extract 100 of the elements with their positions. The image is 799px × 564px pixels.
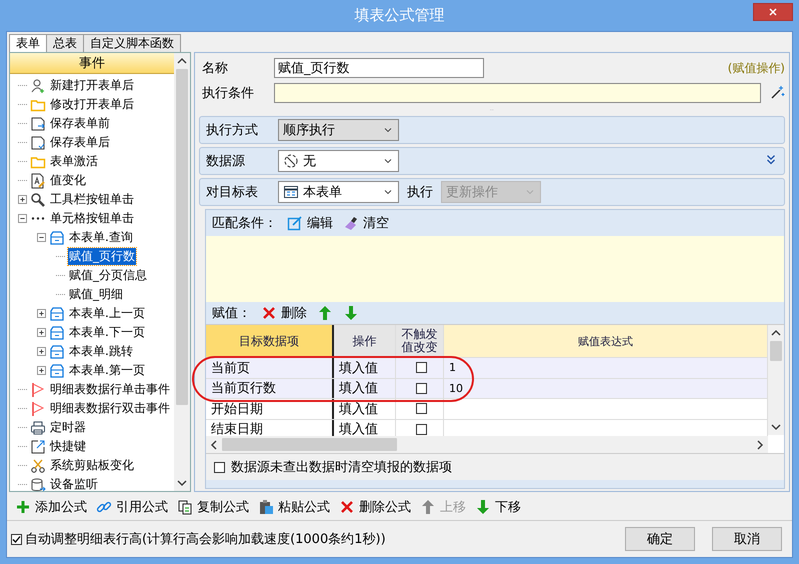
flag-icon (30, 400, 46, 416)
tree-item[interactable]: 明细表数据行双击事件 (49, 400, 171, 417)
toolbar-button[interactable]: 粘贴公式 (258, 498, 330, 516)
expand-icon (38, 348, 45, 355)
clipboard-icon (258, 499, 274, 515)
table-row[interactable]: 开始日期 填入值 (206, 399, 768, 420)
expand-icon (38, 367, 45, 374)
expand-icon (38, 329, 45, 336)
checkbox[interactable] (11, 534, 22, 544)
collapse-icon (19, 215, 26, 222)
down-arrow-icon (475, 499, 491, 515)
table-row[interactable]: 当前页 填入值 1 (206, 358, 768, 378)
tab[interactable]: 自定义脚本函数 (83, 34, 181, 52)
toolbar-button[interactable]: 删除公式 (339, 498, 411, 516)
tree-item[interactable]: 赋值_分页信息 (68, 267, 148, 284)
scroll-thumb[interactable] (176, 69, 188, 405)
field-label: 执行方式 (206, 122, 259, 139)
save-arrow-icon (30, 116, 46, 132)
tree-item[interactable]: 赋值_页行数 (68, 248, 136, 265)
column-header[interactable]: 目标数据项 (206, 325, 334, 357)
toolbar-button[interactable]: 引用公式 (96, 498, 168, 516)
scrollbar[interactable] (768, 325, 784, 435)
field-label: 对目标表 (206, 184, 259, 201)
expand-toggle[interactable] (37, 328, 46, 337)
toolbar-button[interactable]: 编辑 (287, 214, 333, 232)
move-up-button[interactable] (317, 305, 333, 321)
tree-item[interactable]: 明细表数据行单击事件 (49, 381, 171, 398)
table-cell-text: 填入值 (339, 380, 378, 398)
expand-toggle[interactable] (37, 347, 46, 356)
dialog-button[interactable]: 取消 (712, 527, 782, 551)
column-header[interactable]: 操作 (334, 325, 396, 357)
tree-header: 事件 (10, 53, 174, 74)
name-field[interactable]: 赋值_页行数 (274, 58, 484, 78)
expand-toggle[interactable] (37, 366, 46, 375)
table-row[interactable]: 当前页行数 填入值 10 (206, 378, 768, 399)
tree-item[interactable]: 设备监听 (49, 476, 99, 491)
scroll-thumb[interactable] (770, 341, 782, 361)
expand-toggle[interactable] (37, 309, 46, 318)
checkbox[interactable] (214, 462, 225, 472)
toolbar-button[interactable]: 复制公式 (177, 498, 249, 516)
checkbox[interactable] (416, 362, 426, 374)
scroll-thumb[interactable] (222, 438, 397, 451)
edit-icon (287, 215, 303, 231)
tree-item[interactable]: 工具栏按钮单击 (49, 191, 135, 208)
scrollbar[interactable] (206, 436, 768, 453)
form-icon (49, 344, 65, 360)
expand-toggle[interactable] (37, 233, 46, 242)
collapse-icon (38, 234, 45, 241)
source-dropdown[interactable]: 无 (278, 150, 399, 172)
close-icon (767, 6, 779, 18)
table-cell: 10 (449, 382, 463, 395)
tree-item[interactable]: 本表单.查询 (68, 229, 134, 246)
plus-icon (15, 499, 31, 515)
tree-item[interactable]: 保存表单后 (49, 134, 111, 151)
table-cell-text: 填入值 (339, 400, 378, 418)
tree-item[interactable]: 本表单.跳转 (68, 343, 134, 360)
save-check-icon (30, 134, 46, 150)
tree-item[interactable]: 新建打开表单后 (49, 77, 135, 94)
table-cell-text: 当前页行数 (211, 380, 276, 398)
tree-item[interactable]: 值变化 (49, 172, 87, 189)
tree-item[interactable]: 定时器 (49, 419, 87, 436)
tab[interactable]: 表单 (9, 34, 47, 52)
tab[interactable]: 总表 (46, 34, 84, 52)
checkbox[interactable] (416, 382, 426, 394)
tree-item[interactable]: 本表单.下一页 (68, 324, 146, 341)
mode-dropdown[interactable]: 顺序执行 (278, 119, 399, 141)
scissors-icon (30, 458, 46, 474)
close-button[interactable] (753, 3, 793, 21)
edit-document-icon (30, 172, 46, 188)
tree-item[interactable]: 本表单.上一页 (68, 305, 146, 322)
copy-icon (177, 499, 193, 515)
checkbox[interactable] (416, 424, 426, 435)
checkbox[interactable] (416, 403, 426, 414)
toolbar-button[interactable]: 添加公式 (15, 498, 87, 516)
toolbar-button[interactable]: 清空 (343, 214, 389, 232)
expand-toggle[interactable] (18, 195, 27, 204)
tree-item[interactable]: 本表单.第一页 (68, 362, 146, 379)
target-dropdown[interactable]: 本表单 (278, 181, 399, 203)
field-label: 名称 (202, 60, 229, 77)
dialog-button[interactable]: 确定 (625, 527, 695, 551)
assign-label: 赋值： (212, 305, 251, 322)
toolbar-button[interactable]: 下移 (475, 498, 521, 516)
none-icon (283, 153, 299, 169)
move-down-button[interactable] (343, 305, 359, 321)
condition-field[interactable] (274, 83, 761, 103)
scrollbar[interactable] (174, 53, 190, 491)
column-header[interactable]: 赋值表达式 (444, 325, 768, 357)
tree-item[interactable]: 修改打开表单后 (49, 96, 135, 113)
tree-item[interactable]: 保存表单前 (49, 115, 111, 132)
tree-item[interactable]: 快捷键 (49, 438, 87, 455)
up-arrow-icon (317, 305, 333, 321)
tree-item[interactable]: 赋值_明细 (68, 286, 124, 303)
table-cell-text: 填入值 (339, 360, 378, 377)
expand-toggle[interactable] (18, 214, 27, 223)
tree-item[interactable]: 系统剪贴板变化 (49, 457, 135, 474)
up-arrow-icon (420, 499, 436, 515)
dots-icon (31, 217, 45, 220)
toolbar-button[interactable]: 删除 (261, 304, 307, 322)
tree-item[interactable]: 单元格按钮单击 (49, 210, 135, 227)
tree-item[interactable]: 表单激活 (49, 153, 99, 170)
